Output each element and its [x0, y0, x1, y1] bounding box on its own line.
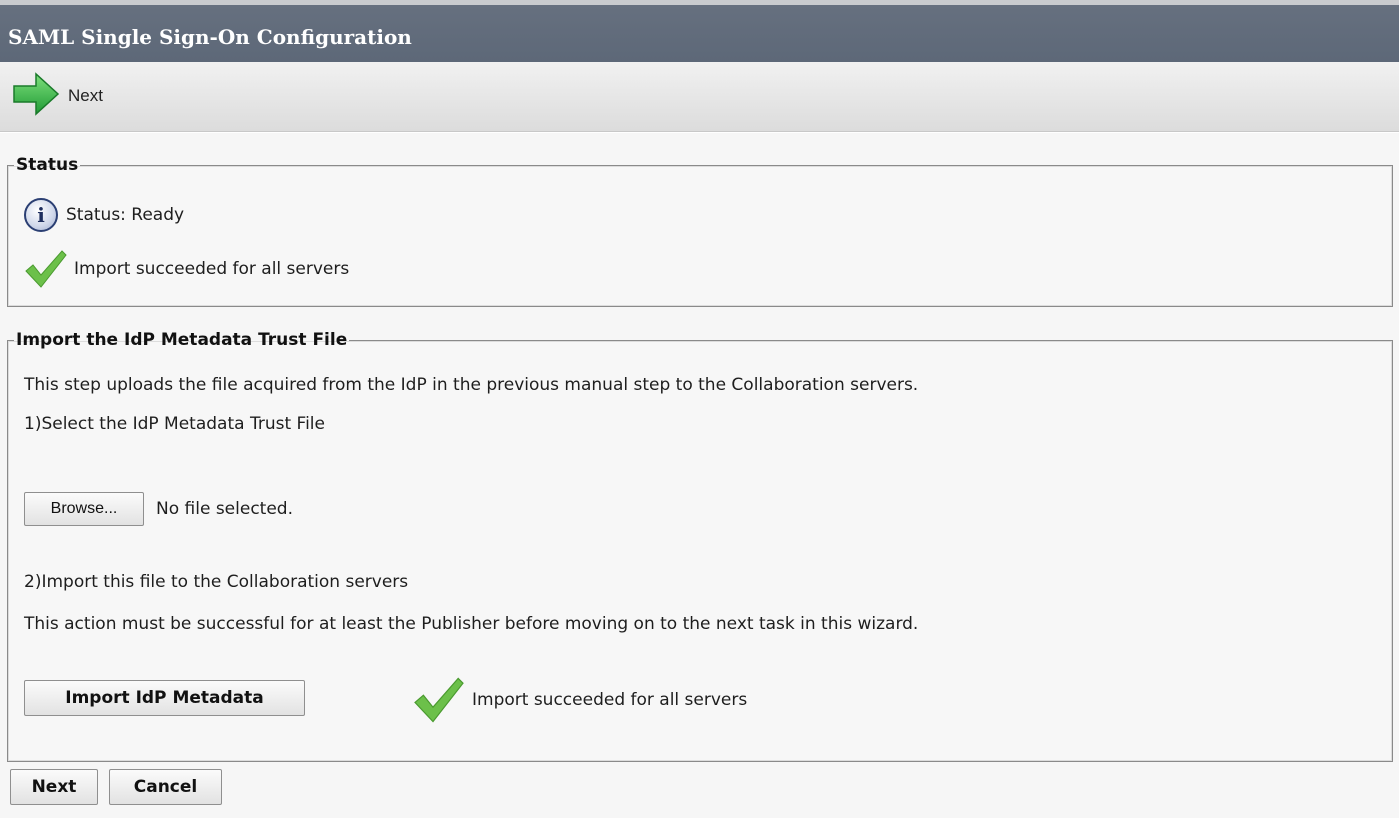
import-result-row: Import succeeded for all servers [412, 676, 747, 724]
import-legend: Import the IdP Metadata Trust File [16, 330, 348, 350]
status-result-text: Import succeeded for all servers [74, 259, 350, 279]
status-text: Status: Ready [66, 205, 185, 225]
info-icon: i [24, 198, 58, 232]
cancel-button[interactable]: Cancel [109, 769, 222, 805]
next-button[interactable]: Next [10, 769, 98, 805]
step1-label: 1)Select the IdP Metadata Trust File [24, 414, 325, 434]
green-arrow-right-icon [12, 70, 60, 123]
status-result-row: Import succeeded for all servers [24, 249, 349, 289]
import-idp-metadata-button[interactable]: Import IdP Metadata [24, 680, 305, 716]
page-title: SAML Single Sign-On Configuration [8, 25, 412, 49]
window-title-bar: SAML Single Sign-On Configuration [0, 0, 1399, 62]
import-description: This step uploads the file acquired from… [24, 375, 919, 395]
toolbar: Next [0, 62, 1399, 132]
step2-note: This action must be successful for at le… [24, 614, 919, 634]
status-row: i Status: Ready [24, 198, 184, 232]
step2-label: 2)Import this file to the Collaboration … [24, 572, 409, 592]
status-legend: Status [16, 155, 79, 175]
checkmark-icon [24, 249, 68, 289]
toolbar-next-label: Next [68, 86, 103, 105]
browse-button[interactable]: Browse... [24, 492, 144, 526]
file-status-text: No file selected. [156, 499, 293, 519]
checkmark-icon [412, 676, 466, 724]
import-result-text: Import succeeded for all servers [472, 690, 748, 710]
toolbar-next-button[interactable]: Next [12, 70, 103, 123]
